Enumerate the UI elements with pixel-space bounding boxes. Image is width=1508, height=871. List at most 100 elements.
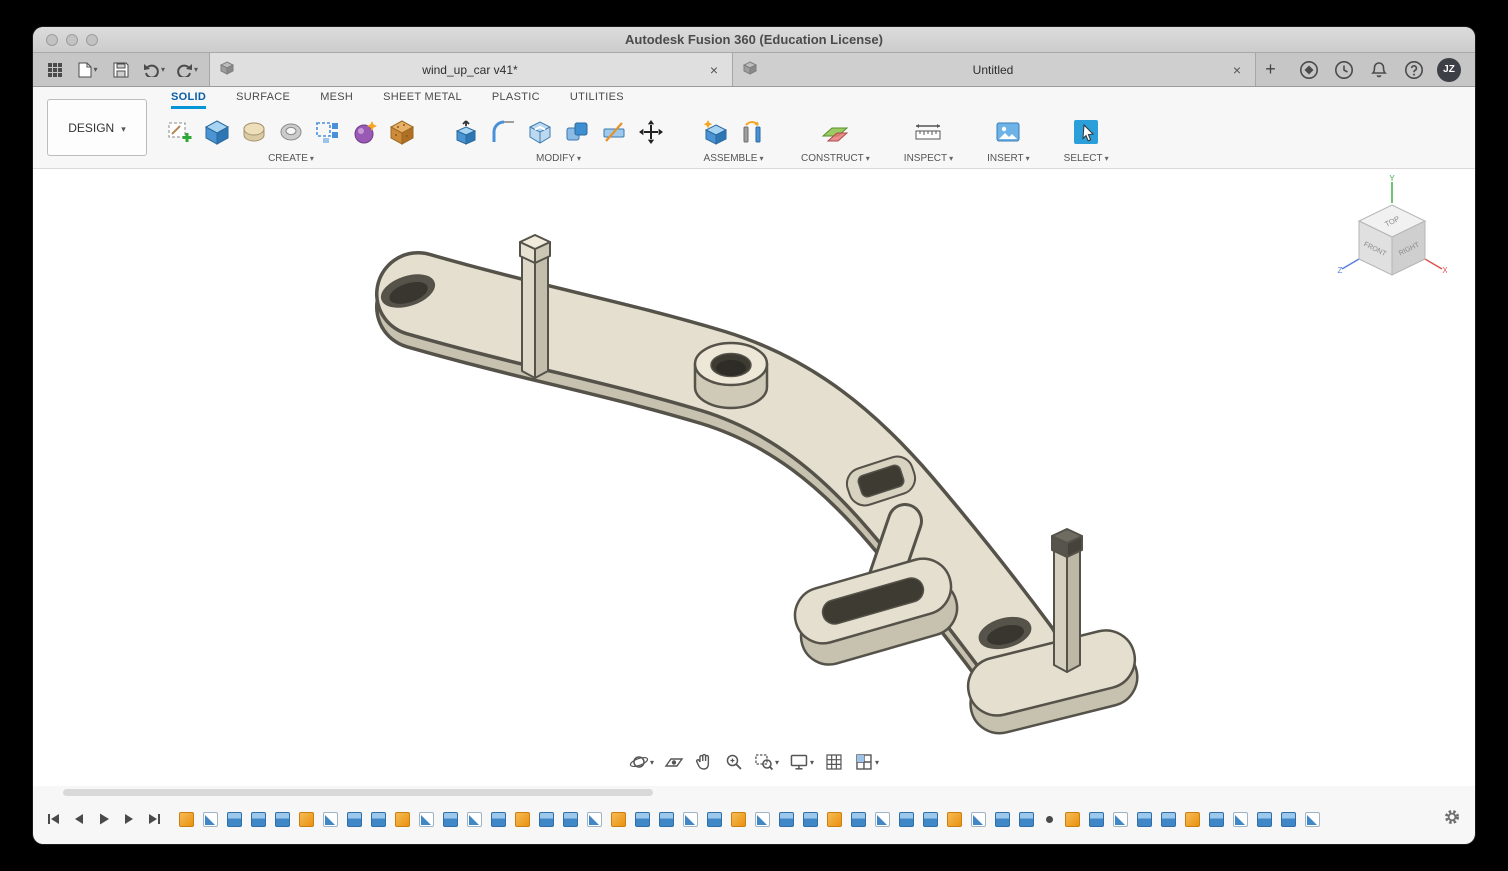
create-form-icon[interactable] [350,117,380,147]
timeline-feature-flag-icon[interactable] [971,811,986,827]
viewports-icon[interactable]: ▾ [854,752,879,772]
workspace-selector-button[interactable]: DESIGN [47,99,147,156]
orbit-icon[interactable]: ▾ [629,752,654,772]
timeline-feature-extrude-icon[interactable] [1161,811,1176,827]
timeline-feature-extrude-icon[interactable] [995,811,1010,827]
timeline-feature-extrude-icon[interactable] [1019,811,1034,827]
model-3d[interactable] [313,199,1143,739]
ribbon-tab-plastic[interactable]: PLASTIC [492,91,540,109]
ribbon-tab-mesh[interactable]: MESH [320,91,353,109]
doc-tab-wind-up-car[interactable]: wind_up_car v41* [209,53,732,86]
group-assemble-dropdown[interactable]: ASSEMBLE [704,153,764,164]
timeline-feature-sketch-icon[interactable] [515,811,530,827]
timeline-feature-extrude-icon[interactable] [1209,811,1224,827]
look-at-icon[interactable] [664,752,684,772]
press-pull-icon[interactable] [451,117,481,147]
timeline-feature-extrude-icon[interactable] [1257,811,1272,827]
timeline-feature-sketch-icon[interactable] [1065,811,1080,827]
grid-icon[interactable] [824,752,844,772]
new-tab-button[interactable] [1255,53,1285,86]
display-settings-icon[interactable]: ▾ [789,752,814,772]
timeline-feature-extrude-icon[interactable] [347,811,362,827]
timeline-feature-flag-icon[interactable] [203,811,218,827]
timeline-feature-sketch-icon[interactable] [1185,811,1200,827]
clock-icon[interactable] [1332,58,1356,82]
primitive-box-icon[interactable] [202,117,232,147]
timeline-feature-extrude-icon[interactable] [1281,811,1296,827]
timeline-feature-extrude-icon[interactable] [803,811,818,827]
step-forward-button[interactable] [120,810,138,828]
measure-icon[interactable] [913,117,943,147]
timeline-feature-sketch-icon[interactable] [947,811,962,827]
timeline-feature-extrude-icon[interactable] [923,811,938,827]
ribbon-tab-solid[interactable]: SOLID [171,91,207,109]
viewport-canvas[interactable]: Y X Z TOP FRONT RIGHT ▾ ▾ ▾ ▾ [33,169,1475,786]
timeline-feature-flag-icon[interactable] [467,811,482,827]
joint-icon[interactable] [737,117,767,147]
minimize-window-button[interactable] [66,34,78,46]
timeline-feature-sketch-icon[interactable] [179,811,194,827]
revolve-icon[interactable] [239,117,269,147]
go-to-start-button[interactable] [45,810,63,828]
tab-close-icon[interactable] [1229,62,1245,78]
ribbon-tab-sheet-metal[interactable]: SHEET METAL [383,91,462,109]
doc-tab-untitled[interactable]: Untitled [732,53,1255,86]
group-construct-dropdown[interactable]: CONSTRUCT [801,153,870,164]
timeline-feature-extrude-icon[interactable] [779,811,794,827]
timeline-feature-flag-icon[interactable] [1305,811,1320,827]
group-select-dropdown[interactable]: SELECT [1064,153,1109,164]
timeline-feature-flag-icon[interactable] [1113,811,1128,827]
timeline-feature-flag-icon[interactable] [683,811,698,827]
insert-image-icon[interactable] [993,117,1023,147]
pattern-icon[interactable] [313,117,343,147]
timeline-feature-sketch-icon[interactable] [299,811,314,827]
new-component-icon[interactable] [700,117,730,147]
zoom-icon[interactable] [724,752,744,772]
combine-icon[interactable] [562,117,592,147]
zoom-window-icon[interactable]: ▾ [754,752,779,772]
timeline-feature-flag-icon[interactable] [587,811,602,827]
timeline-feature-extrude-icon[interactable] [275,811,290,827]
go-to-end-button[interactable] [145,810,163,828]
ribbon-tab-utilities[interactable]: UTILITIES [570,91,624,109]
timeline-feature-extrude-icon[interactable] [491,811,506,827]
timeline-feature-flag-icon[interactable] [875,811,890,827]
timeline-feature-flag-icon[interactable] [419,811,434,827]
bell-icon[interactable] [1367,58,1391,82]
user-avatar[interactable]: JZ [1437,57,1461,82]
view-cube[interactable]: Y X Z TOP FRONT RIGHT [1337,175,1447,295]
app-grid-icon[interactable] [43,58,67,82]
timeline-feature-sketch-icon[interactable] [731,811,746,827]
timeline-feature-extrude-icon[interactable] [635,811,650,827]
timeline-feature-extrude-icon[interactable] [851,811,866,827]
timeline-feature-extrude-icon[interactable] [1089,811,1104,827]
timeline-feature-extrude-icon[interactable] [707,811,722,827]
timeline-scrollbar[interactable] [63,789,653,796]
timeline-feature-extrude-icon[interactable] [371,811,386,827]
step-back-button[interactable] [70,810,88,828]
timeline-feature-sketch-icon[interactable] [827,811,842,827]
play-button[interactable] [95,810,113,828]
create-sketch-icon[interactable] [165,117,195,147]
timeline-feature-extrude-icon[interactable] [443,811,458,827]
timeline-feature-extrude-icon[interactable] [659,811,674,827]
group-modify-dropdown[interactable]: MODIFY [536,153,581,164]
timeline-feature-extrude-icon[interactable] [899,811,914,827]
close-window-button[interactable] [46,34,58,46]
timeline-feature-flag-icon[interactable] [323,811,338,827]
shell-icon[interactable] [525,117,555,147]
cylinder-hole-icon[interactable] [276,117,306,147]
timeline-feature-flag-icon[interactable] [1233,811,1248,827]
timeline-feature-sketch-icon[interactable] [395,811,410,827]
timeline-feature-sketch-icon[interactable] [611,811,626,827]
timeline-feature-flag-icon[interactable] [755,811,770,827]
construction-plane-icon[interactable] [820,117,850,147]
group-insert-dropdown[interactable]: INSERT [987,153,1030,164]
timeline-feature-extrude-icon[interactable] [227,811,242,827]
ribbon-tab-surface[interactable]: SURFACE [236,91,290,109]
group-create-dropdown[interactable]: CREATE [268,153,314,164]
fillet-icon[interactable] [488,117,518,147]
tab-close-icon[interactable] [706,62,722,78]
split-body-icon[interactable] [599,117,629,147]
group-inspect-dropdown[interactable]: INSPECT [904,153,953,164]
